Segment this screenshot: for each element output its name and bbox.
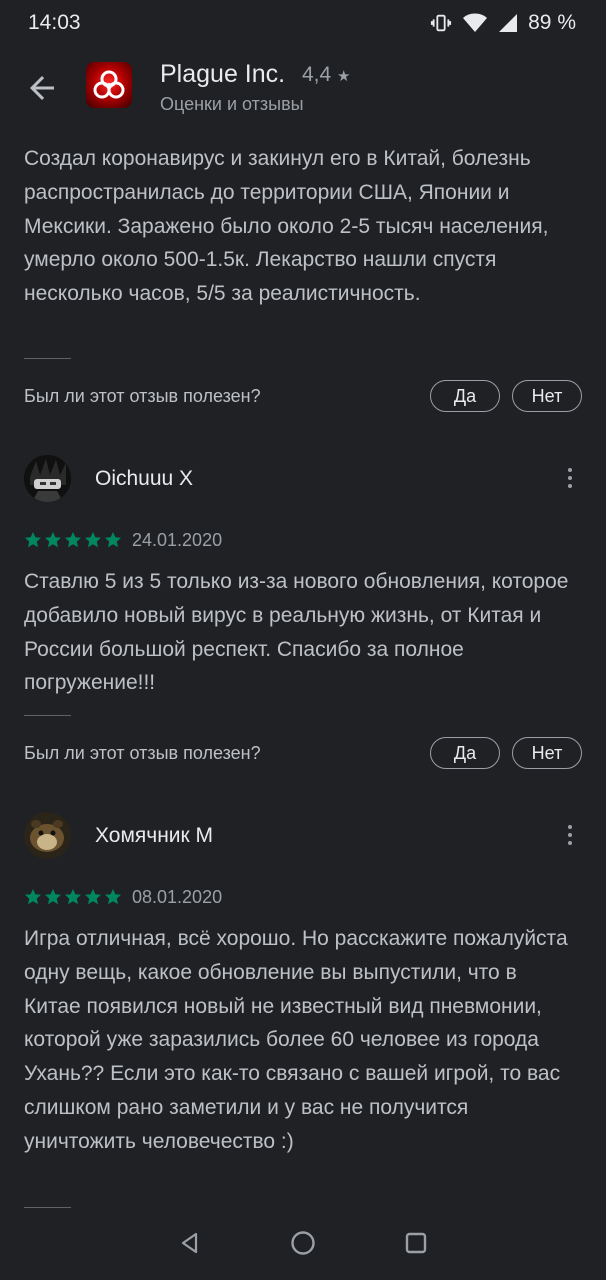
square-recents-icon [405, 1232, 427, 1253]
review-text: Ставлю 5 из 5 только из-за нового обновл… [24, 570, 569, 695]
system-nav-bar [0, 1210, 606, 1280]
app-icon [86, 62, 132, 108]
stars-icon [25, 889, 121, 905]
avatar [24, 455, 71, 502]
star-rating [24, 531, 124, 549]
divider [24, 1207, 71, 1208]
wifi-icon [463, 13, 488, 32]
divider [24, 715, 71, 716]
nav-home-button[interactable] [290, 1230, 316, 1261]
status-bar: 14:03 89 % [0, 0, 606, 46]
vibrate-icon [431, 14, 452, 32]
review-text: Создал коронавирус и закинул его в Китай… [24, 147, 549, 306]
divider [24, 358, 71, 359]
page-subtitle: Оценки и отзывы [160, 94, 304, 114]
stars-icon [25, 532, 121, 548]
helpful-question: Был ли этот отзыв полезен? [24, 743, 261, 763]
nav-recents-button[interactable] [404, 1231, 428, 1260]
avatar [24, 812, 71, 859]
avatar-image [24, 455, 71, 502]
helpful-yes-button[interactable]: Да [430, 737, 500, 769]
battery-level: 89 % [528, 11, 576, 34]
app-bar: Plague Inc. 4,4 ★ Оценки и отзывы [0, 52, 606, 124]
review-author: Хомячник М [95, 824, 214, 847]
biohazard-icon [93, 70, 125, 99]
more-options-button[interactable] [556, 460, 584, 496]
rating-star-icon: ★ [337, 68, 351, 85]
review-date: 08.01.2020 [132, 887, 223, 907]
back-button[interactable] [24, 70, 60, 106]
helpful-no-button[interactable]: Нет [512, 737, 582, 769]
arrow-back-icon [30, 76, 54, 100]
app-title: Plague Inc. [160, 60, 286, 88]
star-rating [24, 888, 124, 906]
app-rating: 4,4 ★ [302, 63, 351, 87]
avatar-image [24, 812, 71, 859]
review-date: 24.01.2020 [132, 530, 223, 550]
status-time: 14:03 [28, 11, 81, 34]
nav-back-button[interactable] [178, 1231, 202, 1260]
triangle-back-icon [181, 1232, 198, 1253]
helpful-no-button[interactable]: Нет [512, 380, 582, 412]
helpful-yes-button[interactable]: Да [430, 380, 500, 412]
helpful-question: Был ли этот отзыв полезен? [24, 386, 261, 406]
more-options-button[interactable] [556, 817, 584, 853]
review-author: Oichuuu X [95, 467, 194, 490]
circle-home-icon [291, 1230, 315, 1255]
status-icons: 89 % [430, 11, 576, 35]
app-rating-value: 4,4 [302, 63, 332, 86]
review-text: Игра отличная, всё хорошо. Но расскажите… [24, 927, 568, 1153]
signal-icon [499, 14, 518, 32]
